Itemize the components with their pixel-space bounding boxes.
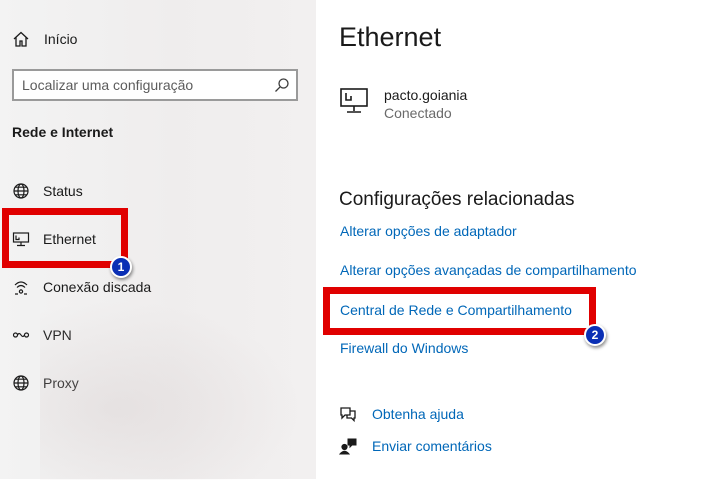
home-label: Início [44,31,78,47]
page-title: Ethernet [339,22,442,52]
sidebar-item-status[interactable]: Status [12,179,83,203]
help-chat-icon [339,405,357,423]
ethernet-icon [12,230,30,248]
windows-firewall-link[interactable]: Firewall do Windows [340,340,468,356]
step-badge-2: 2 [584,324,606,346]
feedback-icon [339,437,357,455]
advanced-sharing-link[interactable]: Alterar opções avançadas de compartilham… [340,262,637,278]
dialup-icon [12,278,30,296]
sidebar-item-proxy[interactable]: Proxy [12,371,79,395]
sidebar-item-label: Ethernet [43,231,96,247]
globe-icon [12,374,30,392]
network-status: Conectado [384,105,452,121]
globe-icon [12,182,30,200]
network-device: pacto.goiania Conectado [339,86,467,122]
sidebar-item-ethernet[interactable]: Ethernet [12,227,96,251]
home-nav-item[interactable]: Início [12,28,77,50]
get-help-label: Obtenha ajuda [372,406,464,422]
home-icon [12,30,30,48]
network-name: pacto.goiania [384,87,468,103]
sidebar-item-dialup[interactable]: Conexão discada [12,275,151,299]
related-settings-title: Configurações relacionadas [339,189,575,210]
sidebar: Início Rede e Internet Status Ethernet [0,0,316,480]
sidebar-item-vpn[interactable]: VPN [12,323,72,347]
sidebar-item-label: Conexão discada [43,279,152,295]
ethernet-icon [339,86,375,116]
search-box[interactable] [12,69,298,101]
step-badge-1: 1 [110,256,132,278]
send-feedback-link[interactable]: Enviar comentários [339,437,492,455]
get-help-link[interactable]: Obtenha ajuda [339,405,464,423]
network-sharing-center-link[interactable]: Central de Rede e Compartilhamento [340,302,572,318]
adapter-options-link[interactable]: Alterar opções de adaptador [340,223,517,239]
sidebar-item-label: VPN [43,327,72,343]
search-icon[interactable] [274,77,290,93]
sidebar-item-label: Proxy [43,375,79,391]
sidebar-item-label: Status [43,183,83,199]
send-feedback-label: Enviar comentários [372,438,492,454]
search-input[interactable] [14,77,274,93]
vpn-icon [12,326,30,344]
section-title: Rede e Internet [12,124,114,140]
